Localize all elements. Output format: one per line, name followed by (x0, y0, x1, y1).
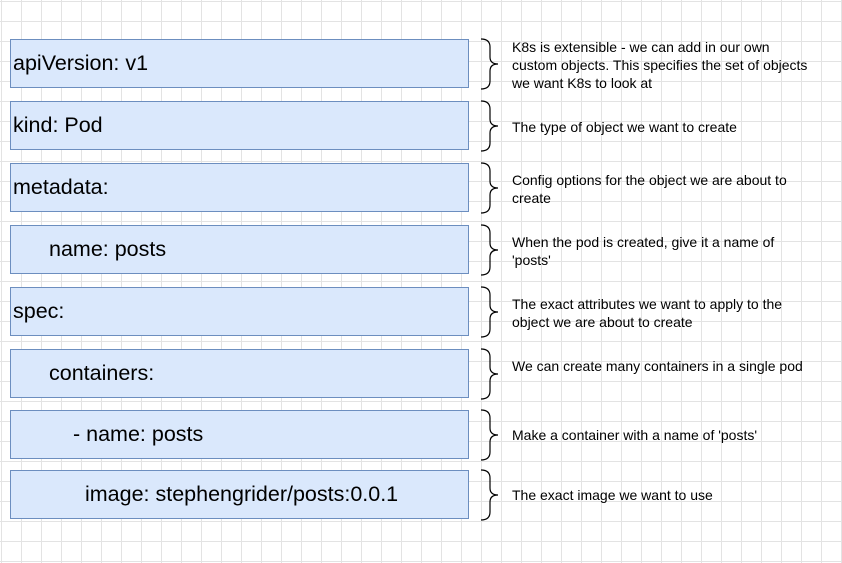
code-text-containers: containers: (49, 361, 155, 385)
code-text-metadata: metadata: (13, 175, 109, 199)
code-box-container-image: image: stephengrider/posts:0.0.1 (10, 470, 469, 519)
code-box-spec: spec: (10, 287, 469, 336)
note-container-name: Make a container with a name of 'posts' (512, 427, 758, 443)
brace-connector-6 (480, 348, 499, 400)
brace-connector-7 (480, 409, 499, 461)
code-text-api-version: apiVersion: v1 (13, 51, 149, 75)
code-text-metadata-name: name: posts (49, 237, 167, 261)
code-box-containers: containers: (10, 349, 469, 398)
code-box-metadata-name: name: posts (10, 225, 469, 274)
note-container-image: The exact image we want to use (512, 487, 713, 503)
brace-connector-8 (480, 469, 499, 521)
code-box-api-version: apiVersion: v1 (10, 39, 469, 88)
code-box-metadata: metadata: (10, 163, 469, 212)
note-metadata-name: When the pod is created, give it a name … (512, 234, 775, 268)
code-box-kind: kind: Pod (10, 101, 469, 150)
code-box-container-name: - name: posts (10, 410, 469, 459)
brace-connector-3 (480, 162, 499, 214)
code-text-container-name: - name: posts (73, 422, 204, 446)
note-kind: The type of object we want to create (512, 119, 737, 135)
brace-connector-4 (480, 224, 499, 276)
code-text-spec: spec: (13, 299, 65, 323)
note-api-version: K8s is extensible - we can add in our ow… (512, 39, 808, 91)
code-text-kind: kind: Pod (13, 113, 103, 137)
note-spec: The exact attributes we want to apply to… (512, 296, 783, 330)
brace-connector-1 (480, 38, 499, 90)
brace-connector-2 (480, 100, 499, 152)
note-metadata: Config options for the object we are abo… (512, 172, 787, 206)
brace-connector-5 (480, 286, 499, 338)
yaml-annotation-diagram: apiVersion: v1 K8s is extensible - we ca… (0, 0, 842, 563)
note-containers: We can create many containers in a singl… (512, 358, 803, 374)
code-text-container-image: image: stephengrider/posts:0.0.1 (85, 482, 399, 506)
